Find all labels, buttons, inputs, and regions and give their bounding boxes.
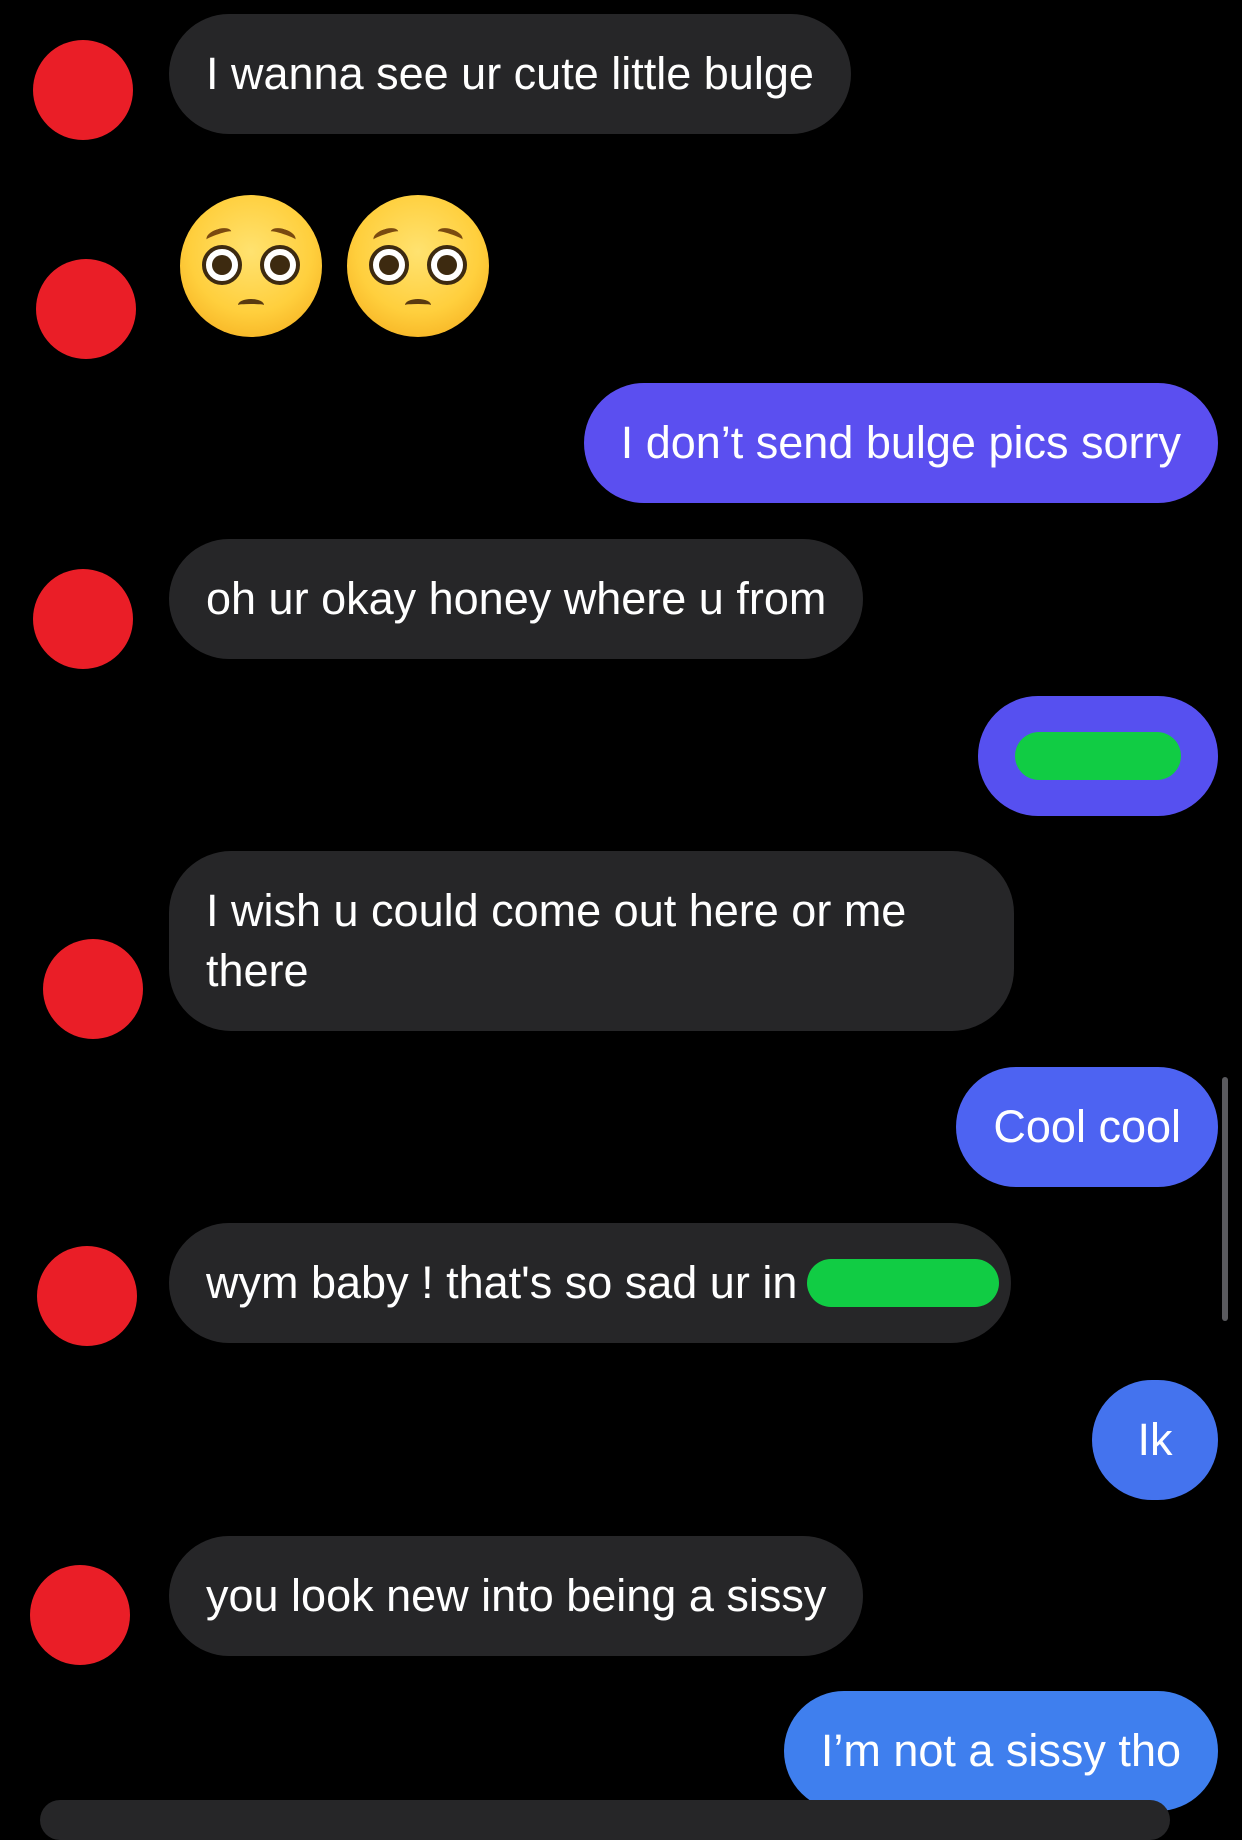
emoji-brow bbox=[268, 225, 298, 246]
outgoing-message[interactable]: I don’t send bulge pics sorry bbox=[583, 383, 1218, 503]
incoming-message[interactable]: you look new into being a sissy bbox=[169, 1536, 864, 1656]
pleading-face-emoji[interactable] bbox=[180, 195, 322, 337]
sender-avatar[interactable] bbox=[33, 40, 133, 140]
message-text: I don’t send bulge pics sorry bbox=[620, 417, 1181, 468]
message-text: you look new into being a sissy bbox=[206, 1570, 827, 1621]
message-text: I wanna see ur cute little bulge bbox=[206, 48, 814, 99]
message-thread[interactable]: I wanna see ur cute little bulge I don’t… bbox=[0, 0, 1242, 1840]
outgoing-message[interactable]: Ik bbox=[1092, 1380, 1218, 1500]
emoji-eye bbox=[427, 245, 467, 285]
incoming-message[interactable]: I wanna see ur cute little bulge bbox=[169, 14, 851, 134]
emoji-eye bbox=[260, 245, 300, 285]
incoming-message[interactable]: I wish u could come out here or me there bbox=[169, 851, 1014, 1031]
emoji-brow bbox=[371, 225, 401, 246]
message-text: Cool cool bbox=[993, 1101, 1181, 1152]
outgoing-message[interactable]: I’m not a sissy tho bbox=[783, 1691, 1218, 1811]
emoji-eye bbox=[202, 245, 242, 285]
sender-avatar[interactable] bbox=[36, 259, 136, 359]
redaction-mark bbox=[1015, 732, 1181, 780]
emoji-brow bbox=[435, 225, 465, 246]
outgoing-message[interactable] bbox=[978, 696, 1218, 816]
emoji-mouth bbox=[405, 299, 431, 311]
emoji-brow bbox=[204, 225, 234, 246]
message-text: I wish u could come out here or me there bbox=[206, 885, 907, 996]
message-text: wym baby ! that's so sad ur in bbox=[206, 1257, 798, 1308]
emoji-mouth bbox=[238, 299, 264, 311]
sender-avatar[interactable] bbox=[30, 1565, 130, 1665]
pleading-face-emoji[interactable] bbox=[347, 195, 489, 337]
incoming-message[interactable]: oh ur okay honey where u from bbox=[169, 539, 864, 659]
redaction-mark bbox=[807, 1259, 1000, 1307]
sender-avatar[interactable] bbox=[37, 1246, 137, 1346]
incoming-message[interactable]: wym baby ! that's so sad ur in bbox=[169, 1223, 1012, 1343]
message-text: oh ur okay honey where u from bbox=[206, 573, 827, 624]
outgoing-message[interactable]: Cool cool bbox=[956, 1067, 1218, 1187]
scrollbar[interactable] bbox=[1222, 1077, 1228, 1321]
sender-avatar[interactable] bbox=[33, 569, 133, 669]
message-text: Ik bbox=[1137, 1414, 1173, 1465]
incoming-message-partial[interactable] bbox=[40, 1800, 1170, 1840]
emoji-eye bbox=[369, 245, 409, 285]
sender-avatar[interactable] bbox=[43, 939, 143, 1039]
message-text: I’m not a sissy tho bbox=[820, 1725, 1181, 1776]
